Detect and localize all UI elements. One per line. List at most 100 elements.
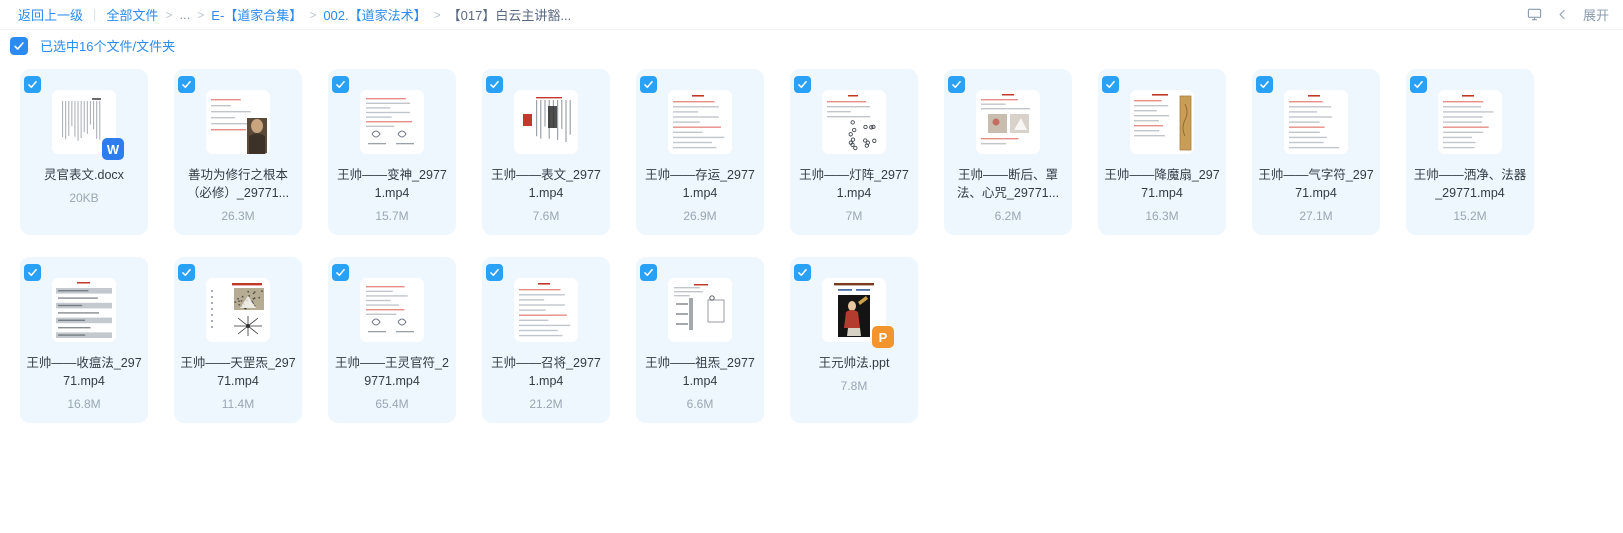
word-file-icon: W (102, 138, 124, 160)
selection-count-label: 已选中16个文件/文件夹 (40, 39, 176, 54)
file-size-label: 11.4M (221, 397, 255, 411)
select-all-checkbox[interactable] (10, 36, 28, 55)
thumbnail-preview-image (976, 90, 1040, 154)
file-name-label: 王元帅法.ppt (818, 356, 890, 370)
breadcrumb-bar-actions: 展开 (1527, 5, 1609, 24)
file-size-label: 26.3M (221, 209, 255, 223)
file-card[interactable]: 王帅——天罡炁_29771.mp4 11.4M (174, 257, 302, 423)
file-size-label: 7M (845, 209, 863, 223)
thumbnail-preview-image (360, 90, 424, 154)
back-to-parent-link[interactable]: 返回上一级 (18, 5, 83, 24)
file-card[interactable]: 王帅——祖炁_29771.mp4 6.6M (636, 257, 764, 423)
file-select-checkbox[interactable] (24, 76, 41, 93)
breadcrumb-separator: > (309, 7, 317, 22)
chevron-left-icon[interactable] (1556, 8, 1569, 21)
file-thumbnail (1130, 90, 1194, 154)
thumbnail-preview-image (52, 278, 116, 342)
file-name-label: 王帅——存运_29771.mp4 (645, 168, 755, 200)
file-thumbnail (668, 278, 732, 342)
file-size-label: 21.2M (529, 397, 563, 411)
breadcrumb-overflow-ellipsis[interactable]: ... (179, 7, 190, 22)
file-select-checkbox[interactable] (1102, 76, 1119, 93)
file-card[interactable]: 王帅——气字符_29771.mp4 27.1M (1252, 69, 1380, 235)
thumbnail-preview-image (360, 278, 424, 342)
file-select-checkbox[interactable] (948, 76, 965, 93)
breadcrumb-current-folder: 【017】白云主讲豁... (447, 8, 572, 23)
file-select-checkbox[interactable] (332, 264, 349, 281)
file-card[interactable]: 王帅——召将_29771.mp4 21.2M (482, 257, 610, 423)
file-card[interactable]: 王帅——收瘟法_29771.mp4 16.8M (20, 257, 148, 423)
file-select-checkbox[interactable] (178, 264, 195, 281)
file-thumbnail: P (822, 278, 894, 348)
file-card[interactable]: 王帅——洒净、法器_29771.mp4 15.2M (1406, 69, 1534, 235)
file-name-label: 王帅——降魔扇_29771.mp4 (1104, 168, 1220, 200)
file-thumbnail: W (52, 90, 124, 160)
file-card[interactable]: 王帅——灯阵_29771.mp4 7M (790, 69, 918, 235)
file-card[interactable]: 善功为修行之根本（必修）_29771... 26.3M (174, 69, 302, 235)
file-thumbnail (360, 90, 424, 154)
file-card[interactable]: 王帅——变神_29771.mp4 15.7M (328, 69, 456, 235)
file-card[interactable]: 王帅——表文_29771.mp4 7.6M (482, 69, 610, 235)
file-thumbnail (514, 90, 578, 154)
file-size-label: 16.3M (1145, 209, 1179, 223)
file-thumbnail (822, 90, 886, 154)
file-select-checkbox[interactable] (486, 76, 503, 93)
file-name-label: 王帅——收瘟法_29771.mp4 (26, 356, 142, 388)
file-name-label: 王帅——断后、罩法、心咒_29771... (956, 168, 1060, 200)
file-name-label: 王帅——天罡炁_29771.mp4 (180, 356, 296, 388)
file-name-label: 王帅——王灵官符_29771.mp4 (335, 356, 449, 388)
powerpoint-file-icon: P (872, 326, 894, 348)
file-thumbnail (1284, 90, 1348, 154)
file-thumbnail (360, 278, 424, 342)
file-select-checkbox[interactable] (640, 76, 657, 93)
selection-bar: 已选中16个文件/文件夹 (0, 30, 1623, 61)
file-name-label: 灵官表文.docx (44, 168, 124, 182)
file-size-label: 7.8M (840, 379, 868, 393)
file-grid: W 灵官表文.docx 20KB 善功为修行之根本（必修）_29771... 26.3… (0, 61, 1623, 445)
file-size-label: 27.1M (1299, 209, 1333, 223)
file-select-checkbox[interactable] (1410, 76, 1427, 93)
file-card[interactable]: 王帅——王灵官符_29771.mp4 65.4M (328, 257, 456, 423)
file-select-checkbox[interactable] (794, 264, 811, 281)
file-name-label: 王帅——召将_29771.mp4 (491, 356, 601, 388)
file-select-checkbox[interactable] (332, 76, 349, 93)
thumbnail-preview-image (1438, 90, 1502, 154)
file-thumbnail (668, 90, 732, 154)
breadcrumb-separator: > (165, 7, 173, 22)
file-size-label: 20KB (69, 191, 99, 205)
breadcrumb-item-1[interactable]: E-【道家合集】 (211, 5, 302, 24)
expand-panel-button[interactable]: 展开 (1583, 5, 1609, 24)
file-thumbnail (1438, 90, 1502, 154)
thumbnail-preview-image (206, 90, 270, 154)
file-select-checkbox[interactable] (24, 264, 41, 281)
file-size-label: 6.6M (686, 397, 714, 411)
file-thumbnail (206, 278, 270, 342)
file-card[interactable]: W 灵官表文.docx 20KB (20, 69, 148, 235)
breadcrumb-root-link[interactable]: 全部文件 (106, 5, 158, 24)
file-card[interactable]: 王帅——降魔扇_29771.mp4 16.3M (1098, 69, 1226, 235)
breadcrumb-item-2[interactable]: 002.【道家法术】 (323, 5, 426, 24)
file-card[interactable]: 王帅——存运_29771.mp4 26.9M (636, 69, 764, 235)
file-select-checkbox[interactable] (794, 76, 811, 93)
file-name-label: 王帅——变神_29771.mp4 (337, 168, 447, 200)
file-card[interactable]: P 王元帅法.ppt 7.8M (790, 257, 918, 423)
file-select-checkbox[interactable] (1256, 76, 1273, 93)
file-name-label: 王帅——表文_29771.mp4 (491, 168, 601, 200)
thumbnail-preview-image (514, 90, 578, 154)
breadcrumb-separator: > (433, 7, 441, 22)
monitor-icon[interactable] (1527, 7, 1542, 22)
file-select-checkbox[interactable] (486, 264, 503, 281)
breadcrumb-divider: | (93, 7, 97, 22)
file-thumbnail (514, 278, 578, 342)
file-size-label: 15.7M (375, 209, 409, 223)
breadcrumb-bar: 返回上一级 | 全部文件 > ... > E-【道家合集】 > 002.【道家法… (0, 0, 1623, 30)
file-select-checkbox[interactable] (640, 264, 657, 281)
thumbnail-preview-image (1130, 90, 1194, 154)
file-card[interactable]: 王帅——断后、罩法、心咒_29771... 6.2M (944, 69, 1072, 235)
file-size-label: 16.8M (67, 397, 101, 411)
file-name-label: 王帅——祖炁_29771.mp4 (645, 356, 755, 388)
file-name-label: 善功为修行之根本（必修）_29771... (186, 168, 290, 200)
file-name-label: 王帅——洒净、法器_29771.mp4 (1413, 168, 1527, 200)
file-select-checkbox[interactable] (178, 76, 195, 93)
thumbnail-preview-image (822, 90, 886, 154)
